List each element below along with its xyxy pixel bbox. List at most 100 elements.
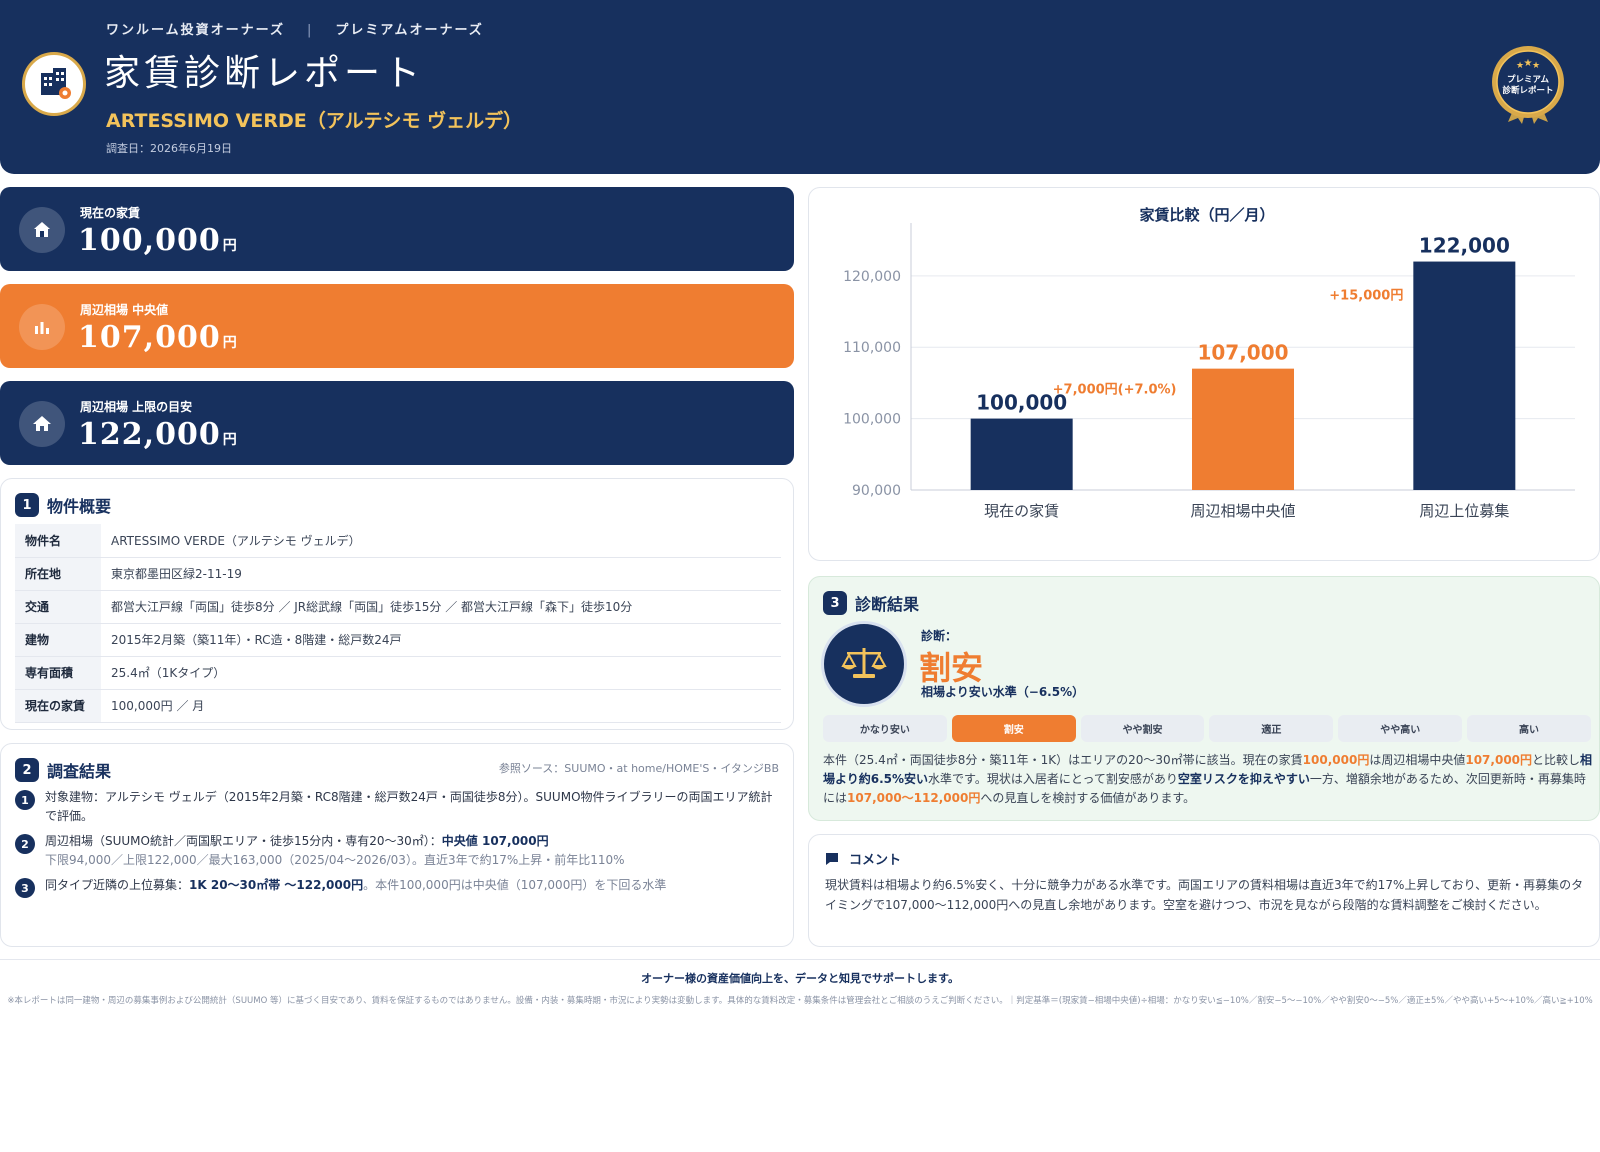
diff-annotation: +7,000円(+7.0%) — [1053, 383, 1177, 398]
list-item: 1 対象建物：アルテシモ ヴェルデ（2015年2月築・RC8階建・総戸数24戸・… — [15, 788, 775, 826]
x-tick-label: 周辺上位募集 — [1419, 502, 1509, 520]
building-icon — [22, 52, 86, 116]
row-key: 専有面積 — [15, 656, 101, 690]
section-title: 診断結果 — [855, 595, 920, 614]
award-seal-icon: ★ ★ ★ プレミアム 診断レポート — [1492, 46, 1564, 124]
scale-icon — [821, 621, 907, 707]
breadcrumb: ワンルーム投資オーナーズ | プレミアムオーナーズ — [106, 19, 484, 38]
seal-text-2: 診断レポート — [1502, 85, 1553, 96]
comment-title: コメント — [849, 853, 902, 868]
table-row: 所在地 東京都墨田区緑2-11-19 — [15, 557, 781, 591]
item-text: 周辺相場（SUUMO統計／両国駅エリア・徒歩15分内・専有20〜30㎡）：中央値… — [45, 834, 625, 867]
section-number: 1 — [15, 493, 39, 517]
property-name: ARTESSIMO VERDE（アルテシモ ヴェルデ） — [106, 110, 523, 132]
overview-heading: 1 物件概要 — [15, 493, 111, 517]
row-key: 建物 — [15, 623, 101, 657]
row-key: 物件名 — [15, 524, 101, 558]
footer-tagline: オーナー様の資産価値向上を、データと知見でサポートします。 — [641, 972, 959, 985]
bar-value-label: 122,000 — [1419, 234, 1510, 258]
scale-item-slightly-high: やや高い — [1338, 715, 1463, 742]
row-key: 交通 — [15, 590, 101, 624]
comment-body: 現状賃料は相場より約6.5%安く、十分に競争力がある水準です。両国エリアの賃料相… — [825, 878, 1584, 912]
breadcrumb-item-premium[interactable]: プレミアムオーナーズ — [335, 23, 483, 38]
item-text: 対象建物：アルテシモ ヴェルデ（2015年2月築・RC8階建・総戸数24戸・両国… — [45, 790, 773, 823]
y-tick-label: 90,000 — [852, 483, 901, 499]
item-number: 3 — [15, 878, 35, 898]
diff-annotation: +15,000円 — [1329, 289, 1403, 304]
kpi-label: 現在の家賃 — [80, 206, 141, 220]
row-value: 都営大江戸線「両国」徒歩8分 ／ JR総武線「両国」徒歩15分 ／ 都営大江戸線… — [101, 590, 781, 624]
table-row: 建物 2015年2月築（築11年）・RC造・8階建・総戸数24戸 — [15, 623, 781, 657]
kpi-label: 周辺相場 中央値 — [80, 303, 169, 317]
table-row: 専有面積 25.4㎡（1Kタイプ） — [15, 656, 781, 690]
y-tick-label: 110,000 — [843, 340, 901, 356]
svg-text:★: ★ — [1532, 61, 1540, 71]
comment-panel: コメント 現状賃料は相場より約6.5%安く、十分に競争力がある水準です。両国エリ… — [808, 834, 1600, 947]
bar-value-label: 107,000 — [1197, 341, 1288, 365]
overview-table: 物件名 ARTESSIMO VERDE（アルテシモ ヴェルデ） 所在地 東京都墨田区… — [15, 524, 781, 723]
row-value: ARTESSIMO VERDE（アルテシモ ヴェルデ） — [101, 524, 781, 558]
row-value: 25.4㎡（1Kタイプ） — [101, 656, 781, 690]
kpi-value: 107,000 円 — [78, 320, 238, 355]
footer-divider — [0, 959, 1600, 960]
overview-panel: 1 物件概要 物件名 ARTESSIMO VERDE（アルテシモ ヴェルデ） 所在… — [0, 478, 794, 730]
y-tick-label: 120,000 — [843, 269, 901, 285]
scale-item-cheap: 割安 — [951, 715, 1076, 742]
survey-heading: 2 調査結果 — [15, 758, 111, 782]
x-tick-label: 現在の家賃 — [984, 502, 1059, 520]
y-tick-label: 100,000 — [843, 412, 901, 428]
x-tick-label: 周辺相場中央値 — [1190, 502, 1295, 520]
seal-text-1: プレミアム — [1507, 74, 1549, 85]
bar-1 — [1192, 368, 1294, 490]
diagnosis-panel: 3 診断結果 診断： 割安 相場より安い水準（−6.5%） かなり安い 割安 や… — [808, 576, 1600, 821]
bar-chart-icon — [19, 304, 65, 350]
kpi-market-upper: 周辺相場 上限の目安 122,000 円 — [0, 381, 794, 465]
breadcrumb-separator: | — [306, 23, 314, 38]
footer-disclaimer: ※本レポートは同一建物・周辺の募集事例および公開統計（SUUMO 等）に基づく目… — [7, 996, 1593, 1006]
breadcrumb-item-owners[interactable]: ワンルーム投資オーナーズ — [106, 23, 285, 38]
house-icon — [19, 207, 65, 253]
scale-item-fair: 適正 — [1209, 715, 1334, 742]
scale-item-very-cheap: かなり安い — [823, 715, 947, 742]
scale-item-slightly-cheap: やや割安 — [1080, 715, 1205, 742]
row-key: 現在の家賃 — [15, 689, 101, 723]
item-number: 2 — [15, 834, 35, 854]
bar-0 — [970, 418, 1073, 490]
item-text: 同タイプ近隣の上位募集：1K 20〜30㎡帯 〜122,000円。本件100,0… — [45, 878, 667, 892]
kpi-current-rent: 現在の家賃 100,000 円 — [0, 187, 794, 271]
table-row: 現在の家賃 100,000円 ／ 月 — [15, 689, 781, 723]
diagnosis-scale: かなり安い 割安 やや割安 適正 やや高い 高い — [823, 715, 1591, 742]
item-number: 1 — [15, 790, 35, 810]
list-item: 2 周辺相場（SUUMO統計／両国駅エリア・徒歩15分内・専有20〜30㎡）：中… — [15, 832, 775, 870]
table-row: 物件名 ARTESSIMO VERDE（アルテシモ ヴェルデ） — [15, 524, 781, 558]
survey-panel: 2 調査結果 参照ソース：SUUMO・at home/HOME'S・イタンジBB… — [0, 743, 794, 947]
report-header: ワンルーム投資オーナーズ | プレミアムオーナーズ 家賃診断レポート ARTESSI… — [0, 0, 1600, 174]
diagnosis-subtext: 相場より安い水準（−6.5%） — [921, 685, 1085, 699]
section-title: 調査結果 — [47, 762, 112, 781]
diagnosis-heading: 3 診断結果 — [823, 591, 919, 615]
bar-2 — [1413, 261, 1516, 490]
comment-heading: コメント — [825, 849, 901, 868]
diagnosis-body: 本件（25.4㎡・両国徒歩8分・築11年・1K）はエリアの20〜30㎡帯に該当。… — [823, 753, 1593, 805]
row-value: 100,000円 ／ 月 — [101, 689, 781, 723]
row-key: 所在地 — [15, 557, 101, 591]
home-icon — [19, 401, 65, 447]
row-value: 2015年2月築（築11年）・RC造・8階建・総戸数24戸 — [101, 623, 781, 657]
table-row: 交通 都営大江戸線「両国」徒歩8分 ／ JR総武線「両国」徒歩15分 ／ 都営大江… — [15, 590, 781, 624]
section-number: 3 — [823, 591, 847, 615]
comment-icon — [826, 852, 838, 865]
diagnosis-label: 診断： — [921, 629, 958, 643]
scale-item-high: 高い — [1467, 715, 1591, 742]
page-title: 家賃診断レポート — [104, 53, 425, 94]
section-number: 2 — [15, 758, 39, 782]
kpi-value: 100,000 円 — [78, 223, 238, 258]
survey-date: 調査日：2026年6月19日 — [106, 142, 232, 155]
kpi-value: 122,000 円 — [78, 417, 238, 452]
row-value: 東京都墨田区緑2-11-19 — [101, 557, 781, 591]
source-note: 参照ソース：SUUMO・at home/HOME'S・イタンジBB — [498, 762, 779, 775]
rent-bar-chart: 90,000100,000110,000120,000100,000現在の家賃1… — [843, 223, 1575, 520]
kpi-market-median: 周辺相場 中央値 107,000 円 — [0, 284, 794, 368]
list-item: 3 同タイプ近隣の上位募集：1K 20〜30㎡帯 〜122,000円。本件100… — [15, 876, 775, 898]
kpi-label: 周辺相場 上限の目安 — [80, 400, 193, 414]
section-title: 物件概要 — [47, 497, 112, 516]
